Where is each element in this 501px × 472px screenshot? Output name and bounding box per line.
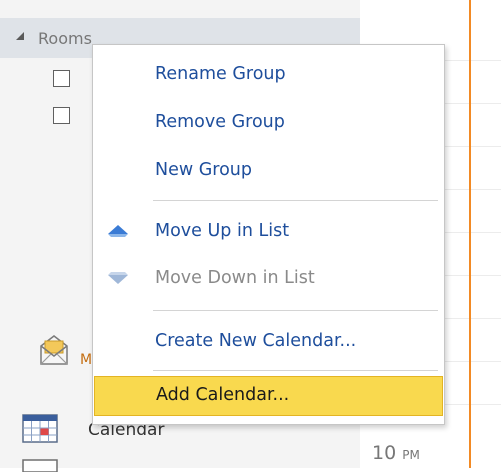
group-title: Rooms <box>38 29 92 48</box>
menu-item-label: Rename Group <box>155 64 286 84</box>
menu-item-label: Move Down in List <box>155 268 315 288</box>
menu-separator <box>153 310 438 311</box>
menu-item-create-new-calendar[interactable]: Create New Calendar... <box>93 322 444 362</box>
collapse-arrow-icon[interactable] <box>16 32 24 40</box>
menu-item-move-up[interactable]: Move Up in List <box>93 212 444 252</box>
menu-item-label: Move Up in List <box>155 221 290 241</box>
mail-icon[interactable] <box>38 332 70 366</box>
menu-item-add-calendar[interactable]: Add Calendar... <box>94 376 443 416</box>
calendar-checkbox[interactable] <box>53 70 70 87</box>
time-suffix: PM <box>402 448 420 462</box>
context-menu: Rename Group Remove Group New Group Move… <box>92 44 445 425</box>
time-hour: 10 <box>372 442 397 464</box>
arrow-down-icon <box>108 272 128 284</box>
arrow-up-icon <box>108 225 128 237</box>
menu-item-move-down[interactable]: Move Down in List <box>93 259 444 299</box>
menu-item-remove-group[interactable]: Remove Group <box>93 103 444 143</box>
calendar-icon[interactable] <box>22 412 58 444</box>
mail-label[interactable]: M <box>80 352 92 368</box>
contacts-icon[interactable] <box>22 458 58 472</box>
menu-item-new-group[interactable]: New Group <box>93 151 444 191</box>
menu-item-label: Remove Group <box>155 112 285 132</box>
menu-item-label: Add Calendar... <box>156 385 290 405</box>
calendar-checkbox[interactable] <box>53 107 70 124</box>
menu-item-label: Create New Calendar... <box>155 331 357 351</box>
menu-item-rename-group[interactable]: Rename Group <box>93 55 444 95</box>
menu-item-label: New Group <box>155 160 253 180</box>
menu-separator <box>153 200 438 201</box>
current-time-line <box>469 0 471 468</box>
menu-separator <box>153 370 438 371</box>
time-label: 10 PM <box>372 442 420 464</box>
